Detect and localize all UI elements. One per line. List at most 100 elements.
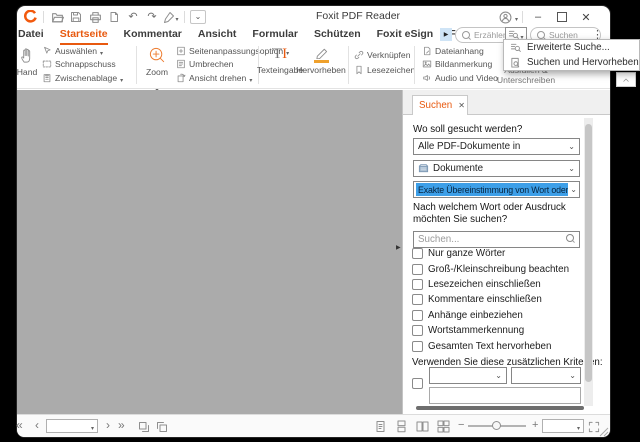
- scope-select[interactable]: Alle PDF-Dokumente in: [413, 138, 580, 155]
- link-button[interactable]: Verknüpfen: [354, 49, 415, 60]
- screen: ↶ ↷ Foxit PDF Reader – ✕ Datei Startseit…: [0, 0, 640, 442]
- search-option-checkbox-row[interactable]: Kommentare einschließen: [412, 292, 569, 307]
- match-type-value: Exakte Übereinstimmung von Wort oder Sat…: [416, 183, 568, 196]
- first-page-button[interactable]: «: [16, 419, 23, 431]
- page-copy-button[interactable]: [106, 9, 122, 25]
- undo-button[interactable]: ↶: [125, 9, 141, 25]
- typewriter-icon: TI: [273, 46, 287, 63]
- menu-item-search-highlight[interactable]: Suchen und Hervorheben: [504, 55, 639, 70]
- snapshot-label: Schnappschuss: [55, 59, 116, 69]
- highlight-button[interactable]: Hervorheben: [298, 46, 344, 75]
- chevron-down-icon: [568, 163, 575, 174]
- bookmark-icon: [354, 65, 364, 75]
- panel-vertical-scrollbar[interactable]: [584, 118, 593, 406]
- search-option-checkbox-row[interactable]: Wortstammerkennung: [412, 323, 569, 338]
- search-option-checkbox-row[interactable]: Groß-/Kleinschreibung beachten: [412, 261, 569, 276]
- tab-ansicht[interactable]: Ansicht: [198, 28, 237, 43]
- ribbon-collapse-button[interactable]: [616, 72, 636, 87]
- zoom-in-button[interactable]: +: [532, 419, 538, 431]
- document-area[interactable]: [17, 90, 402, 414]
- reflow-label: Umbrechen: [189, 59, 233, 69]
- search-option-label: Anhänge einbeziehen: [428, 310, 523, 321]
- tab-datei[interactable]: Datei: [18, 28, 44, 43]
- panel-horizontal-scrollbar[interactable]: [416, 406, 584, 410]
- maximize-button[interactable]: [551, 9, 573, 25]
- checkbox-icon: [412, 325, 423, 336]
- save-button[interactable]: [68, 9, 84, 25]
- account-button[interactable]: [497, 9, 513, 25]
- highlight-label: Hervorheben: [296, 65, 346, 75]
- documents-folder-icon: [418, 163, 429, 174]
- single-page-view-button[interactable]: [374, 420, 387, 438]
- next-page-button[interactable]: ›: [106, 419, 110, 431]
- file-attachment-icon: [422, 46, 432, 56]
- continuous-view-button[interactable]: [395, 420, 408, 438]
- search-option-checkbox-row[interactable]: Anhänge einbeziehen: [412, 308, 569, 323]
- page-number-box[interactable]: [46, 419, 98, 433]
- criteria-operator-select[interactable]: [511, 367, 581, 384]
- sign-tool-button[interactable]: [163, 9, 179, 25]
- tab-schuetzen[interactable]: Schützen: [314, 28, 361, 43]
- menu-item-advanced-search[interactable]: Erweiterte Suche...: [504, 40, 639, 55]
- panel-tab-close-button[interactable]: ✕: [458, 101, 465, 110]
- last-page-button[interactable]: »: [118, 419, 125, 431]
- chevron-up-icon: [622, 76, 630, 84]
- vertical-scrollbar-thumb[interactable]: [585, 124, 592, 382]
- snapshot-button[interactable]: Schnappschuss: [42, 59, 123, 70]
- bookmark-button[interactable]: Lesezeichen: [354, 64, 415, 75]
- open-button[interactable]: [49, 9, 65, 25]
- criteria-field-select[interactable]: [429, 367, 507, 384]
- facing-view-button[interactable]: [416, 420, 429, 438]
- file-attachment-button[interactable]: Dateianhang: [422, 45, 498, 56]
- quick-access-toolbar: ↶ ↷: [22, 9, 206, 25]
- image-annotation-button[interactable]: Bildanmerkung: [422, 59, 498, 70]
- ribbon-tabs: Datei Startseite Kommentar Ansicht Formu…: [18, 28, 499, 45]
- print-button[interactable]: [87, 9, 103, 25]
- image-annotation-icon: [422, 59, 432, 69]
- tab-foxit-esign[interactable]: Foxit eSign: [377, 28, 434, 43]
- zoom-out-button[interactable]: −: [458, 419, 464, 431]
- tab-overflow-button[interactable]: ▶: [440, 28, 452, 41]
- panel-tab-title: Suchen: [419, 100, 452, 111]
- link-icon: [354, 50, 364, 60]
- audio-video-icon: [422, 73, 432, 83]
- tab-formular[interactable]: Formular: [252, 28, 298, 43]
- facing-continuous-view-button[interactable]: [437, 420, 450, 438]
- next-view-button[interactable]: [156, 420, 168, 438]
- search-option-checkbox-row[interactable]: Gesamten Text hervorheben: [412, 338, 569, 353]
- titlebar-separator: [522, 11, 523, 23]
- chevron-down-icon: [569, 370, 576, 381]
- previous-view-button[interactable]: [138, 420, 150, 438]
- panel-tab-suchen[interactable]: Suchen ✕: [412, 95, 468, 115]
- scope-value: Alle PDF-Dokumente in: [418, 141, 520, 152]
- match-type-select[interactable]: Exakte Übereinstimmung von Wort oder Sat…: [413, 181, 580, 198]
- clipboard-button[interactable]: Zwischenablage: [42, 72, 123, 83]
- search-option-checkbox-row[interactable]: Nur ganze Wörter: [412, 246, 569, 261]
- redo-button[interactable]: ↷: [144, 9, 160, 25]
- zoom-slider-thumb[interactable]: [492, 421, 501, 430]
- where-label: Wo soll gesucht werden?: [413, 124, 522, 135]
- page-fit-icon: [176, 46, 186, 56]
- previous-page-button[interactable]: ‹: [35, 419, 39, 431]
- search-option-label: Kommentare einschließen: [428, 294, 542, 305]
- folder-select[interactable]: Dokumente: [413, 160, 580, 177]
- window-resize-grip[interactable]: [598, 424, 609, 442]
- caret-down-icon: [577, 417, 580, 435]
- panel-collapse-handle[interactable]: ▶: [396, 244, 401, 251]
- criteria-value-input[interactable]: [429, 387, 581, 404]
- checkbox-icon: [412, 248, 423, 259]
- hand-label: Hand: [17, 67, 38, 77]
- customize-toolbar-button[interactable]: [190, 10, 206, 24]
- select-button[interactable]: Auswählen: [42, 45, 123, 56]
- hand-tool-button[interactable]: Hand: [10, 46, 44, 77]
- minimize-button[interactable]: –: [527, 9, 549, 25]
- search-option-checkbox-row[interactable]: Lesezeichen einschließen: [412, 277, 569, 292]
- audio-video-button[interactable]: Audio und Video: [422, 72, 498, 83]
- criteria-checkbox[interactable]: [412, 378, 423, 389]
- close-button[interactable]: ✕: [575, 9, 597, 25]
- image-annotation-label: Bildanmerkung: [435, 59, 492, 69]
- tab-kommentar[interactable]: Kommentar: [124, 28, 182, 43]
- ribbon-bottom-border: [17, 88, 610, 89]
- window-title: Foxit PDF Reader: [316, 10, 400, 22]
- zoom-level-box[interactable]: [542, 419, 584, 433]
